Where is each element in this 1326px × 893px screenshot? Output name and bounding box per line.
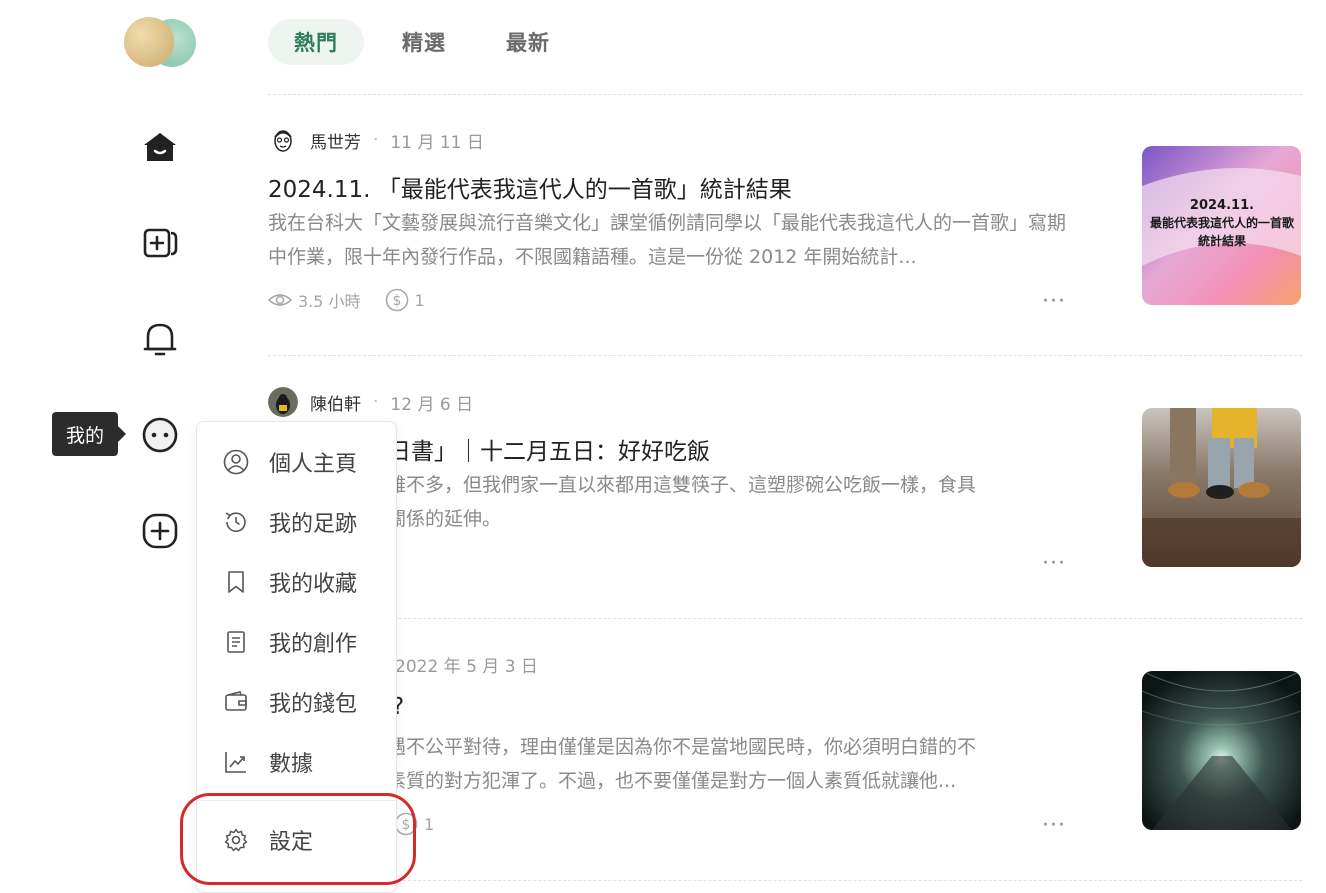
history-icon bbox=[225, 512, 246, 532]
post-date: 2022 年 5 月 3 日 bbox=[395, 656, 538, 677]
divider bbox=[268, 618, 1302, 619]
feed-tabs: 熱門 精選 最新 bbox=[268, 19, 576, 65]
article-title[interactable]: 2024.11. 「最能代表我這代人的一首歌」統計結果 bbox=[268, 170, 792, 204]
author-name[interactable]: 馬世芳 bbox=[310, 128, 361, 153]
menu-item-creations[interactable]: 我的創作 bbox=[223, 622, 357, 662]
article-card[interactable]: 馬世芳 · 11 月 11 日 2024.11. 「最能代表我這代人的一首歌」統… bbox=[268, 126, 1302, 346]
menu-item-stats[interactable]: 數據 bbox=[223, 742, 313, 782]
new-post-icon[interactable] bbox=[140, 223, 180, 263]
coin-count: $ 1 bbox=[385, 288, 425, 312]
post-date: 11 月 11 日 bbox=[390, 132, 484, 153]
menu-item-label: 個人主頁 bbox=[269, 452, 358, 477]
article-stats: 3.5 小時 $ 1 bbox=[268, 286, 449, 314]
menu-item-label: 我的足跡 bbox=[269, 512, 358, 537]
profile-dots-icon[interactable] bbox=[140, 415, 180, 455]
avatar[interactable] bbox=[268, 125, 298, 155]
document-icon bbox=[227, 631, 245, 653]
menu-item-profile[interactable]: 個人主頁 bbox=[223, 442, 357, 482]
home-icon[interactable] bbox=[140, 127, 180, 167]
coin-icon: $ bbox=[385, 288, 408, 312]
divider bbox=[268, 880, 1302, 881]
menu-item-label: 我的創作 bbox=[269, 632, 358, 657]
menu-item-label: 我的錢包 bbox=[269, 692, 358, 717]
article-excerpt[interactable]: 我在台科大「文藝發展與流行音樂文化」課堂循例請同學以「最能代表我這代人的一首歌」… bbox=[268, 206, 1068, 274]
divider bbox=[268, 94, 1302, 95]
bookmark-icon bbox=[228, 571, 244, 593]
more-options-button[interactable]: ··· bbox=[1042, 289, 1066, 314]
article-title[interactable]: 日書」｜十二月五日：好好吃飯 bbox=[388, 432, 710, 466]
eye-icon bbox=[268, 294, 292, 306]
more-options-button[interactable]: ··· bbox=[1042, 813, 1066, 838]
svg-text:2024.11.: 2024.11. bbox=[1190, 198, 1254, 213]
article-thumbnail[interactable] bbox=[1142, 408, 1301, 567]
menu-item-label: 數據 bbox=[269, 752, 314, 777]
author-name[interactable]: 陳伯軒 bbox=[310, 390, 361, 415]
sidebar-tooltip: 我的 bbox=[52, 412, 126, 456]
add-icon[interactable] bbox=[140, 511, 180, 551]
menu-item-label: 我的收藏 bbox=[269, 572, 358, 597]
meta-separator: · bbox=[373, 392, 379, 412]
divider bbox=[268, 355, 1302, 356]
article-meta: 陳伯軒 · 12 月 6 日 bbox=[268, 387, 474, 417]
tab-featured[interactable]: 精選 bbox=[376, 19, 472, 65]
article-thumbnail[interactable] bbox=[1142, 671, 1301, 830]
tab-latest[interactable]: 最新 bbox=[480, 19, 576, 65]
site-logo[interactable] bbox=[124, 17, 198, 67]
bell-icon[interactable] bbox=[140, 319, 180, 359]
tab-hot[interactable]: 熱門 bbox=[268, 19, 364, 65]
more-options-button[interactable]: ··· bbox=[1042, 551, 1066, 576]
article-meta: 馬世芳 · 11 月 11 日 bbox=[268, 126, 484, 154]
menu-item-wallet[interactable]: 我的錢包 bbox=[223, 682, 357, 722]
user-circle-icon bbox=[223, 449, 249, 475]
article-thumbnail[interactable]: 2024.11. 最能代表我這代人的一首歌 統計結果 bbox=[1142, 146, 1301, 305]
menu-item-history[interactable]: 我的足跡 bbox=[223, 502, 357, 542]
article-excerpt[interactable]: 遭遇不公平對待，理由僅僅是因為你不是當地國民時，你必須明白錯的不 有素質的對方犯… bbox=[368, 730, 1068, 798]
wallet-icon bbox=[225, 691, 247, 711]
menu-item-bookmarks[interactable]: 我的收藏 bbox=[223, 562, 357, 602]
article-excerpt[interactable]: 值雖不多，但我們家一直以來都用這雙筷子、這塑膠碗公吃飯一樣，食具 庭關係的延伸。 bbox=[368, 468, 1068, 536]
article-meta: 2022 年 5 月 3 日 bbox=[395, 650, 538, 678]
meta-separator: · bbox=[373, 130, 379, 150]
svg-text:$: $ bbox=[392, 293, 401, 309]
svg-text:統計結果: 統計結果 bbox=[1198, 233, 1246, 248]
avatar[interactable] bbox=[268, 387, 298, 417]
logo-circle-gold bbox=[124, 17, 174, 67]
article-card[interactable]: 陳伯軒 · 12 月 6 日 日書」｜十二月五日：好好吃飯 值雖不多，但我們家一… bbox=[268, 387, 1302, 608]
settings-highlight-annotation bbox=[180, 793, 416, 885]
chart-icon bbox=[225, 752, 246, 773]
article-card[interactable]: 2022 年 5 月 3 日 ? 遭遇不公平對待，理由僅僅是因為你不是當地國民時… bbox=[268, 650, 1302, 870]
post-date: 12 月 6 日 bbox=[390, 394, 474, 415]
svg-text:最能代表我這代人的一首歌: 最能代表我這代人的一首歌 bbox=[1150, 215, 1295, 230]
read-time: 3.5 小時 bbox=[268, 288, 361, 312]
